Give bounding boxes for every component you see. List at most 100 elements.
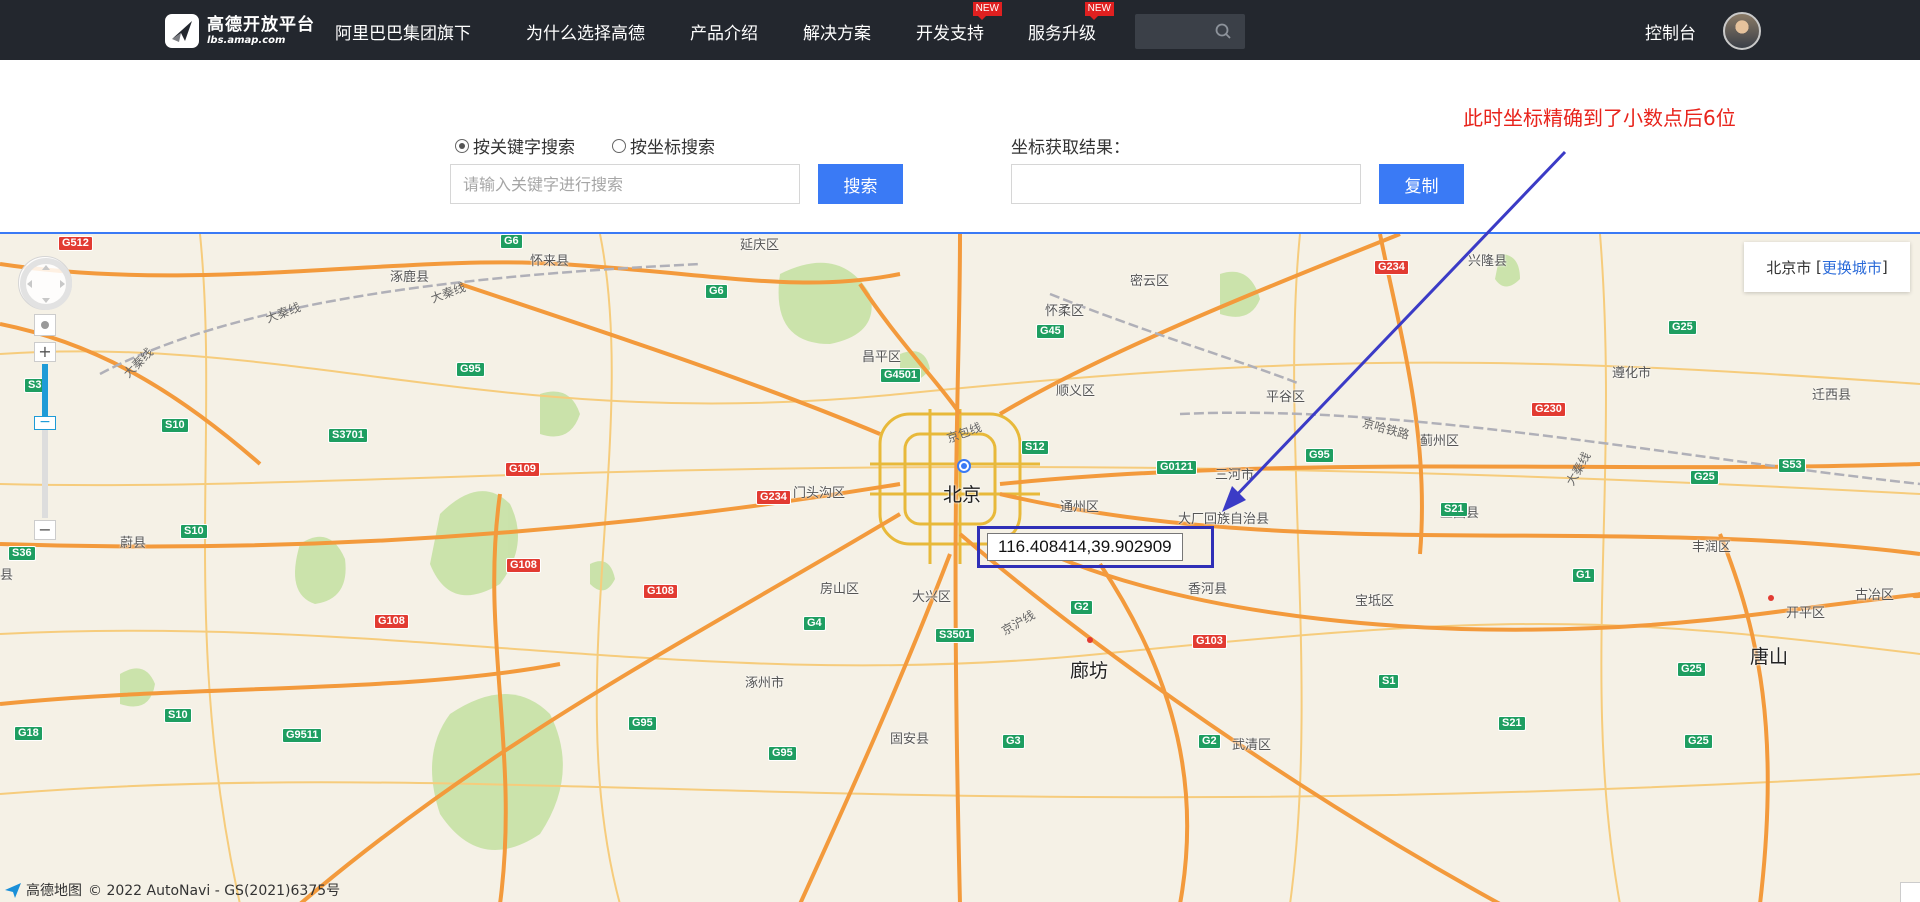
city-switch-panel: 北京市 [ 更换城市 ] xyxy=(1744,242,1910,292)
map-resize-corner[interactable] xyxy=(1900,882,1920,902)
radio-coordinate-search[interactable]: 按坐标搜索 xyxy=(612,133,715,158)
change-city-link[interactable]: 更换城市 xyxy=(1822,257,1882,278)
road-shield: S10 xyxy=(164,708,192,723)
road-shield: G3 xyxy=(1002,734,1025,749)
map-place-label: 迁西县 xyxy=(1812,388,1852,403)
road-shield: G234 xyxy=(1374,260,1409,275)
annotation-text: 此时坐标精确到了小数点后6位 xyxy=(1463,106,1736,130)
map-place-label: 涿鹿县 xyxy=(390,270,430,285)
map-place-label: 宝坻区 xyxy=(1355,594,1395,609)
map-place-label: 密云区 xyxy=(1130,274,1170,289)
road-shield: G25 xyxy=(1677,662,1706,677)
zoom-slider-track[interactable]: − xyxy=(34,364,56,518)
pan-arrows-icon xyxy=(20,258,72,310)
radio-checked-icon[interactable] xyxy=(455,138,469,153)
map-place-label: 房山区 xyxy=(820,582,860,597)
brand-tagline: 阿里巴巴集团旗下 xyxy=(335,24,471,44)
road-shield: G0121 xyxy=(1156,460,1198,475)
road-shield: G103 xyxy=(1192,634,1227,649)
radio-keyword-search[interactable]: 按关键字搜索 xyxy=(455,133,575,158)
road-shield: G109 xyxy=(505,462,540,477)
map-place-label: 通州区 xyxy=(1060,500,1100,515)
new-badge: NEW xyxy=(1084,2,1114,20)
road-shield: G2 xyxy=(1070,600,1093,615)
console-link[interactable]: 控制台 xyxy=(1645,19,1696,44)
logo-subtitle: lbs.amap.com xyxy=(207,34,286,46)
coordinate-result-label: 坐标获取结果： xyxy=(1011,138,1130,158)
map-place-label: 延庆区 xyxy=(740,238,780,253)
road-shield: G25 xyxy=(1684,734,1713,749)
zoom-out-button[interactable]: − xyxy=(34,520,56,540)
map-canvas[interactable]: 涿鹿县 怀来县 延庆区 密云区 兴隆县 怀柔区 昌平区 顺义区 平谷区 遵化市 迁西县 蓟州区 门头沟区… xyxy=(0,232,1920,902)
keyword-search-input[interactable] xyxy=(450,164,800,204)
logo-title: 高德开放平台 xyxy=(207,14,315,35)
nav-why-amap[interactable]: 为什么选择高德 xyxy=(526,19,645,44)
map-base-layer xyxy=(0,234,1920,902)
road-shield: G25 xyxy=(1668,320,1697,335)
road-shield: S21 xyxy=(1498,716,1526,731)
nav-products[interactable]: 产品介绍 xyxy=(690,19,758,44)
road-shield: G95 xyxy=(1305,448,1334,463)
road-shield: S1 xyxy=(1378,674,1400,689)
zoom-in-button[interactable]: + xyxy=(34,342,56,362)
road-shield: G9511 xyxy=(282,728,323,743)
nav-solutions[interactable]: 解决方案 xyxy=(803,19,871,44)
coordinate-highlight-box: 116.408414,39.902909 xyxy=(977,526,1214,568)
road-shield: G25 xyxy=(1690,470,1719,485)
road-shield: S3701 xyxy=(328,428,368,443)
map-place-label: 开平区 xyxy=(1786,606,1826,621)
amap-logo[interactable]: 高德开放平台 lbs.amap.com xyxy=(163,12,315,50)
road-shield: S3501 xyxy=(935,628,975,643)
locate-me-button[interactable] xyxy=(34,314,56,336)
road-shield: S21 xyxy=(1440,502,1468,517)
map-place-label: 蔚县 xyxy=(120,536,147,551)
map-place-label: 古冶区 xyxy=(1855,588,1895,603)
road-shield: S53 xyxy=(1778,458,1806,473)
copy-button[interactable]: 复制 xyxy=(1379,164,1464,204)
current-city: 北京市 xyxy=(1766,258,1812,277)
road-shield: G108 xyxy=(643,584,678,599)
map-place-label: 北京 xyxy=(943,484,982,506)
new-badge: NEW xyxy=(972,2,1002,20)
nav-search-box[interactable] xyxy=(1135,14,1245,49)
road-shield: G108 xyxy=(506,558,541,573)
map-major-roads xyxy=(0,234,1920,902)
user-avatar[interactable] xyxy=(1723,12,1761,50)
search-icon[interactable] xyxy=(1215,23,1231,39)
zoom-control: + − − xyxy=(34,342,56,540)
road-shield: G18 xyxy=(14,726,43,741)
map-place-label: 蓟州区 xyxy=(1420,434,1460,449)
nav-service-upgrade[interactable]: 服务升级 NEW xyxy=(1028,2,1114,44)
road-shield: G95 xyxy=(768,746,797,761)
road-shield: G6 xyxy=(500,234,523,249)
top-navigation-bar: 高德开放平台 lbs.amap.com 阿里巴巴集团旗下 为什么选择高德 产品介… xyxy=(0,0,1920,60)
zoom-slider-thumb[interactable]: − xyxy=(34,415,56,430)
map-pan-control[interactable] xyxy=(18,256,72,310)
road-shield: S10 xyxy=(180,524,208,539)
map-place-label: 三河市 xyxy=(1215,468,1255,483)
road-shield: G4501 xyxy=(880,368,922,383)
radio-unchecked-icon[interactable] xyxy=(612,138,626,153)
coordinate-result-field[interactable] xyxy=(1011,164,1361,204)
search-button[interactable]: 搜索 xyxy=(818,164,903,204)
amap-paper-plane-icon xyxy=(5,883,21,898)
road-shield: G234 xyxy=(756,490,791,505)
road-shield: S36 xyxy=(8,546,36,561)
road-shield: G1 xyxy=(1572,568,1595,583)
road-shield: S10 xyxy=(161,418,189,433)
road-shield: G230 xyxy=(1531,402,1566,417)
coordinate-tooltip: 116.408414,39.902909 xyxy=(987,533,1183,561)
road-shield: G6 xyxy=(705,284,728,299)
road-shield: G45 xyxy=(1036,324,1065,339)
map-place-label: 大厂回族自治县 xyxy=(1178,512,1270,527)
map-place-label: 武清区 xyxy=(1232,738,1272,753)
road-shield: G512 xyxy=(58,236,93,251)
map-place-label: 固安县 xyxy=(890,732,930,747)
nav-dev-support[interactable]: 开发支持 NEW xyxy=(916,2,1002,44)
map-place-label: 怀柔区 xyxy=(1045,304,1085,319)
copyright-text: © 2022 AutoNavi - GS(2021)6375号 xyxy=(88,883,341,899)
map-place-label: 怀来县 xyxy=(530,254,570,269)
map-greenery xyxy=(120,254,1520,850)
map-place-label: 县 xyxy=(0,568,14,583)
map-logo-text: 高德地图 xyxy=(26,883,82,899)
